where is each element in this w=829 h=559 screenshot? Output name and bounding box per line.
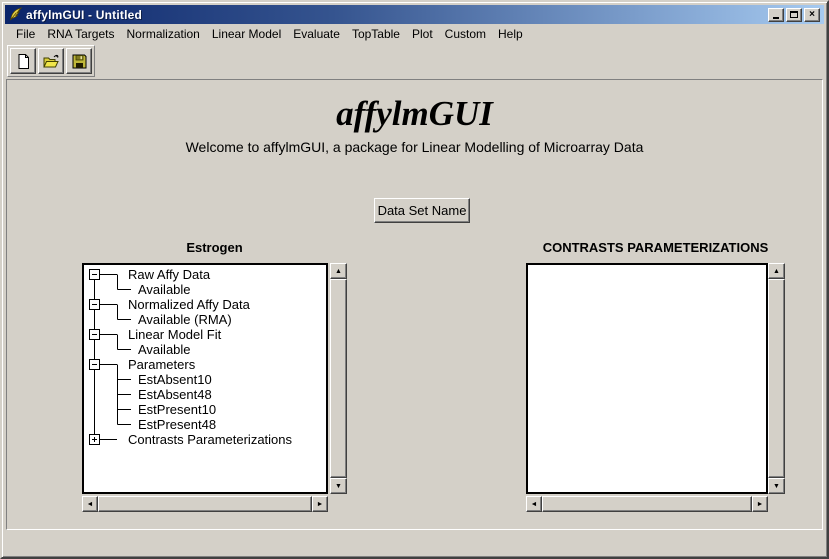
scroll-down-button[interactable]: ▼: [330, 478, 347, 494]
right-horizontal-scrollbar[interactable]: ◄ ►: [526, 496, 768, 512]
tree-item-contrasts-parameterizations[interactable]: Contrasts Parameterizations: [128, 432, 292, 447]
scroll-down-button[interactable]: ▼: [768, 478, 785, 494]
tree-item-parameters[interactable]: Parameters: [128, 357, 195, 372]
scrollbar-thumb[interactable]: [330, 279, 347, 478]
save-floppy-icon: [71, 53, 88, 70]
scroll-left-icon: ◄: [531, 501, 538, 508]
open-folder-icon: [42, 53, 60, 70]
tree-item-estabsent10[interactable]: EstAbsent10: [138, 372, 212, 387]
main-content: affylmGUI Welcome to affylmGUI, a packag…: [6, 79, 823, 530]
app-subtitle: Welcome to affylmGUI, a package for Line…: [7, 139, 822, 155]
open-file-button[interactable]: [38, 48, 64, 74]
scroll-right-icon: ►: [317, 501, 324, 508]
app-title: affylmGUI: [7, 94, 822, 134]
toolbar: [7, 45, 95, 77]
tree-item-linear-model-fit[interactable]: Linear Model Fit: [128, 327, 221, 342]
scrollbar-thumb[interactable]: [768, 279, 785, 478]
menu-item-rna-targets[interactable]: RNA Targets: [41, 26, 120, 42]
data-set-name-button[interactable]: Data Set Name: [374, 198, 470, 223]
scrollbar-thumb[interactable]: [542, 496, 752, 512]
right-panel-title: CONTRASTS PARAMETERIZATIONS: [526, 240, 785, 256]
contrasts-listbox[interactable]: [526, 263, 768, 494]
scroll-up-icon: ▲: [773, 268, 780, 275]
menu-item-custom[interactable]: Custom: [439, 26, 492, 42]
app-feather-icon: [8, 7, 23, 22]
title-bar: affylmGUI - Untitled ×: [5, 5, 824, 24]
maximize-icon: [790, 11, 798, 18]
close-button[interactable]: ×: [804, 8, 820, 22]
scroll-down-icon: ▼: [773, 483, 780, 490]
menu-item-normalization[interactable]: Normalization: [121, 26, 206, 42]
save-file-button[interactable]: [66, 48, 92, 74]
scroll-down-icon: ▼: [335, 483, 342, 490]
right-vertical-scrollbar[interactable]: ▲ ▼: [768, 263, 785, 494]
menu-item-toptable[interactable]: TopTable: [346, 26, 406, 42]
scroll-right-icon: ►: [757, 501, 764, 508]
close-icon: ×: [809, 10, 815, 20]
menu-item-file[interactable]: File: [10, 26, 41, 42]
scroll-up-button[interactable]: ▲: [330, 263, 347, 279]
left-horizontal-scrollbar[interactable]: ◄ ►: [82, 496, 328, 512]
estrogen-tree: Raw Affy DataAvailableNormalized Affy Da…: [84, 265, 326, 492]
tree-item-normalized-affy-data[interactable]: Normalized Affy Data: [128, 297, 250, 312]
tree-item-estabsent48[interactable]: EstAbsent48: [138, 387, 212, 402]
scroll-right-button[interactable]: ►: [312, 496, 328, 512]
tree-item-raw-affy-data[interactable]: Raw Affy Data: [128, 267, 210, 282]
scroll-left-button[interactable]: ◄: [526, 496, 542, 512]
scroll-up-icon: ▲: [335, 268, 342, 275]
tree-item-available[interactable]: Available: [138, 342, 191, 357]
menu-item-plot[interactable]: Plot: [406, 26, 439, 42]
new-file-icon: [15, 53, 32, 70]
window-title: affylmGUI - Untitled: [26, 8, 768, 22]
minimize-button[interactable]: [768, 8, 784, 22]
left-panel-title: Estrogen: [82, 240, 347, 256]
tree-item-estpresent10[interactable]: EstPresent10: [138, 402, 216, 417]
maximize-button[interactable]: [786, 8, 802, 22]
scrollbar-thumb[interactable]: [98, 496, 312, 512]
app-window: affylmGUI - Untitled × File RNA Targets …: [0, 0, 829, 559]
minimize-icon: [773, 17, 779, 19]
left-vertical-scrollbar[interactable]: ▲ ▼: [330, 263, 347, 494]
estrogen-listbox[interactable]: Raw Affy DataAvailableNormalized Affy Da…: [82, 263, 328, 494]
tree-item-estpresent48[interactable]: EstPresent48: [138, 417, 216, 432]
menu-item-linear-model[interactable]: Linear Model: [206, 26, 287, 42]
new-file-button[interactable]: [10, 48, 36, 74]
menu-bar: File RNA Targets Normalization Linear Mo…: [6, 25, 823, 42]
scroll-right-button[interactable]: ►: [752, 496, 768, 512]
menu-item-evaluate[interactable]: Evaluate: [287, 26, 346, 42]
menu-item-help[interactable]: Help: [492, 26, 529, 42]
scroll-up-button[interactable]: ▲: [768, 263, 785, 279]
window-controls: ×: [768, 8, 820, 22]
tree-item-available-rma-[interactable]: Available (RMA): [138, 312, 232, 327]
scroll-left-button[interactable]: ◄: [82, 496, 98, 512]
tree-item-available[interactable]: Available: [138, 282, 191, 297]
scroll-left-icon: ◄: [87, 501, 94, 508]
